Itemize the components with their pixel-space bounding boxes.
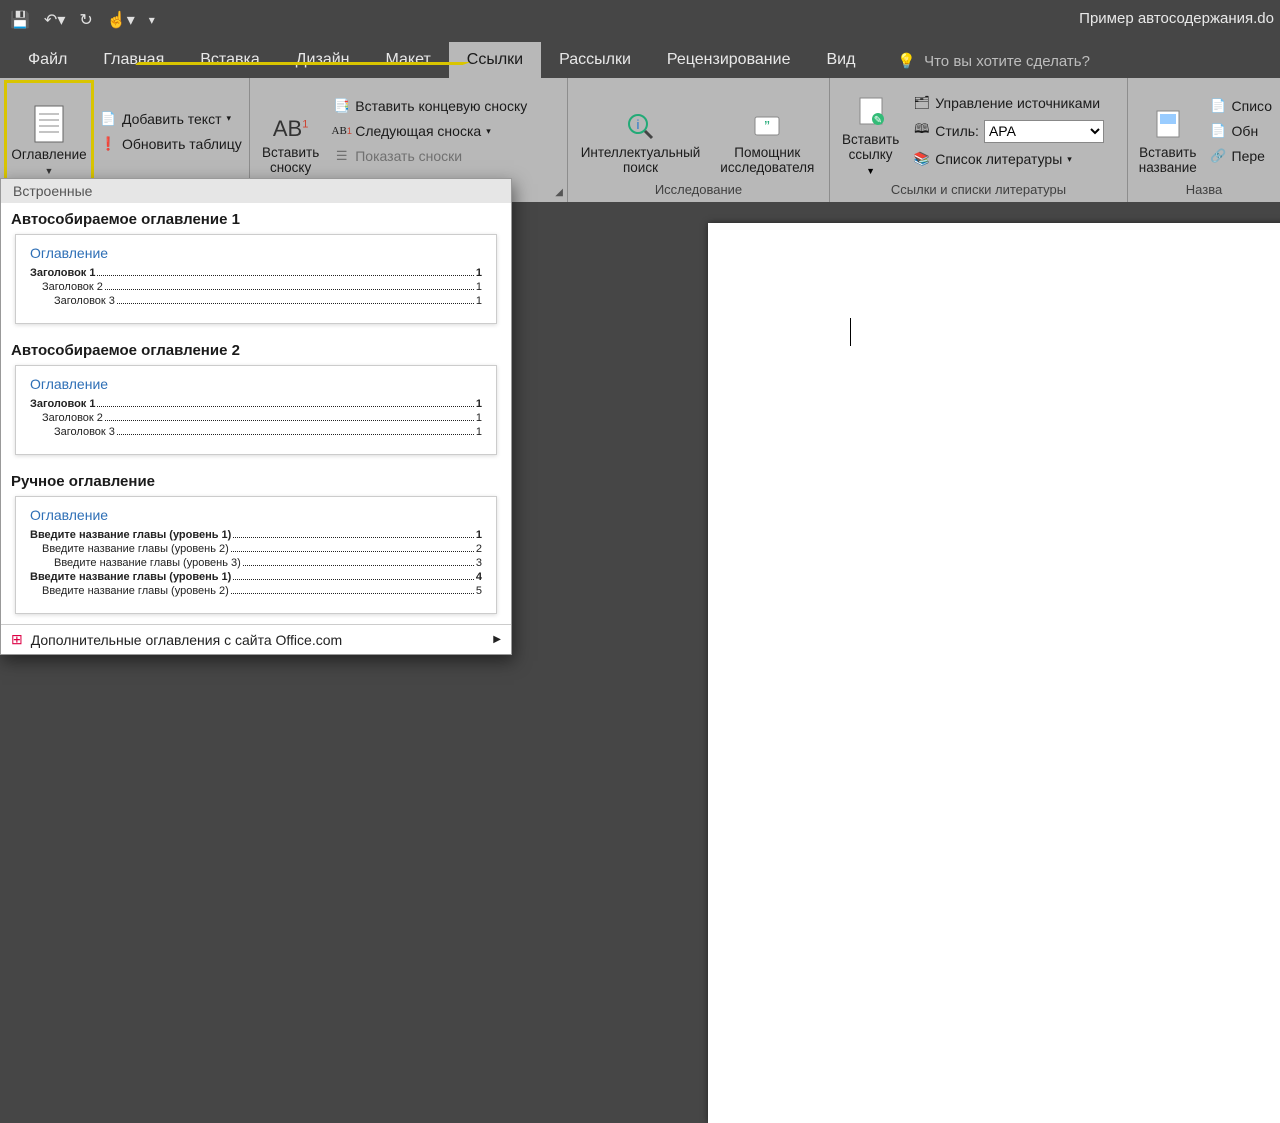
style-icon: 🕮: [913, 123, 930, 140]
tab-review[interactable]: Рецензирование: [649, 42, 809, 78]
manage-sources-icon: 🗂: [913, 95, 930, 112]
ribbon-tabs: Файл Главная Вставка Дизайн Макет Ссылки…: [0, 40, 1280, 78]
document-title: Пример автосодержания.do: [1079, 10, 1274, 27]
gallery-item[interactable]: Автособираемое оглавление 1 Оглавление Заг…: [1, 203, 511, 324]
research-group-label: Исследование: [574, 180, 823, 200]
text-caret: [850, 318, 851, 346]
smart-lookup-button[interactable]: i Интеллектуальный поиск: [575, 82, 707, 180]
insert-footnote-button[interactable]: AB1 Вставить сноску: [256, 82, 325, 180]
researcher-button[interactable]: ” Помощник исследователя: [712, 82, 822, 180]
next-footnote-button[interactable]: AB1Следующая сноска ▾: [331, 121, 529, 142]
qat-customize-icon[interactable]: ▾: [149, 13, 155, 27]
tab-file[interactable]: Файл: [10, 42, 85, 78]
citation-style-row[interactable]: 🕮Стиль: APA: [911, 118, 1106, 145]
toc-row: Заголовок 31: [30, 426, 482, 438]
toc-row: Введите название главы (уровень 2)2: [30, 543, 482, 555]
footnotes-dialog-launcher[interactable]: ◢: [555, 187, 563, 198]
undo-icon[interactable]: ↶▾: [44, 10, 65, 30]
citation-icon: ✎: [856, 95, 886, 129]
tell-me-placeholder: Что вы хотите сделать?: [924, 53, 1090, 70]
toc-row: Заголовок 21: [30, 412, 482, 424]
next-footnote-icon: AB1: [333, 123, 350, 140]
toc-row: Введите название главы (уровень 1)4: [30, 571, 482, 583]
gallery-preview: Оглавление Заголовок 11 Заголовок 21 Заголо…: [15, 234, 497, 324]
toc-label: Оглавление: [11, 147, 86, 163]
gallery-item[interactable]: Ручное оглавление Оглавление Введите назва…: [1, 465, 511, 614]
gallery-more-online[interactable]: ⊞ Дополнительные оглавления с сайта Offi…: [1, 624, 511, 654]
gallery-preview: Оглавление Заголовок 11 Заголовок 21 Заголо…: [15, 365, 497, 455]
preview-heading: Оглавление: [30, 376, 482, 392]
gallery-item-title: Ручное оглавление: [1, 465, 511, 492]
gallery-preview: Оглавление Введите название главы (уровен…: [15, 496, 497, 614]
insert-citation-button[interactable]: ✎ Вставить ссылку▼: [836, 82, 905, 180]
toc-icon: [31, 104, 67, 144]
tab-insert[interactable]: Вставка: [182, 42, 277, 78]
bibliography-icon: 📚: [913, 151, 930, 168]
save-icon[interactable]: 💾: [10, 10, 30, 30]
list-icon: 📄: [1210, 98, 1227, 115]
add-text-button[interactable]: 📄Добавить текст▾: [98, 108, 244, 129]
update-table-button[interactable]: ❗Обновить таблицу: [98, 133, 244, 154]
gallery-item-title: Автособираемое оглавление 1: [1, 203, 511, 230]
quick-access-toolbar: 💾 ↶▾ ↻ ☝▾ ▾ Пример автосодержания.do: [0, 0, 1280, 40]
update-captions-button[interactable]: 📄Обн: [1208, 121, 1274, 142]
cross-reference-button[interactable]: 🔗Пере: [1208, 146, 1274, 167]
insert-table-figures-button[interactable]: 📄Списо: [1208, 96, 1274, 117]
office-icon: ⊞: [11, 631, 23, 648]
citations-group-label: Ссылки и списки литературы: [836, 180, 1121, 200]
tab-design[interactable]: Дизайн: [278, 42, 368, 78]
show-notes-icon: ☰: [333, 148, 350, 165]
update-cap-icon: 📄: [1210, 123, 1227, 140]
toc-row: Введите название главы (уровень 1)1: [30, 529, 482, 541]
preview-heading: Оглавление: [30, 507, 482, 523]
caption-icon: [1153, 108, 1183, 142]
document-page[interactable]: [708, 223, 1280, 1123]
tab-view[interactable]: Вид: [808, 42, 873, 78]
toc-row: Заголовок 21: [30, 281, 482, 293]
toc-row: Введите название главы (уровень 3)3: [30, 557, 482, 569]
show-notes-button[interactable]: ☰Показать сноски: [331, 146, 529, 167]
tab-references[interactable]: Ссылки: [449, 42, 541, 78]
toc-row: Заголовок 11: [30, 398, 482, 410]
document-area: [512, 202, 1280, 720]
toc-button[interactable]: Оглавление ▼: [6, 82, 92, 180]
toc-row: Заголовок 31: [30, 295, 482, 307]
gallery-section-builtin: Встроенные: [1, 179, 511, 203]
insert-endnote-button[interactable]: 📑Вставить концевую сноску: [331, 96, 529, 117]
redo-icon[interactable]: ↻: [79, 10, 92, 30]
touch-mode-icon[interactable]: ☝▾: [107, 10, 135, 30]
magnifier-info-icon: i: [626, 112, 656, 142]
ab-icon: AB1: [273, 116, 308, 142]
captions-group-label: Назва: [1134, 180, 1274, 200]
preview-heading: Оглавление: [30, 245, 482, 261]
update-icon: ❗: [100, 135, 117, 152]
chevron-right-icon: ▶: [493, 634, 501, 645]
insert-caption-button[interactable]: Вставить название: [1134, 82, 1202, 180]
endnote-icon: 📑: [333, 98, 350, 115]
quote-icon: ”: [752, 112, 782, 142]
citation-style-select[interactable]: APA: [984, 120, 1104, 143]
toc-gallery: Встроенные Автособираемое оглавление 1 Ог…: [0, 178, 512, 655]
tab-home[interactable]: Главная: [85, 42, 182, 78]
toc-row: Введите название главы (уровень 2)5: [30, 585, 482, 597]
bibliography-button[interactable]: 📚Список литературы▾: [911, 149, 1106, 170]
tab-layout[interactable]: Макет: [368, 42, 449, 78]
add-text-icon: 📄: [100, 110, 117, 127]
tab-mailings[interactable]: Рассылки: [541, 42, 649, 78]
manage-sources-button[interactable]: 🗂Управление источниками: [911, 93, 1106, 114]
gallery-item[interactable]: Автособираемое оглавление 2 Оглавление Заг…: [1, 334, 511, 455]
crossref-icon: 🔗: [1210, 148, 1227, 165]
lightbulb-icon: 💡: [897, 52, 916, 70]
svg-text:i: i: [636, 117, 639, 132]
toc-row: Заголовок 11: [30, 267, 482, 279]
svg-text:✎: ✎: [873, 115, 881, 126]
tell-me-search[interactable]: 💡 Что вы хотите сделать?: [891, 44, 1096, 78]
gallery-item-title: Автособираемое оглавление 2: [1, 334, 511, 361]
svg-text:”: ”: [765, 119, 770, 136]
